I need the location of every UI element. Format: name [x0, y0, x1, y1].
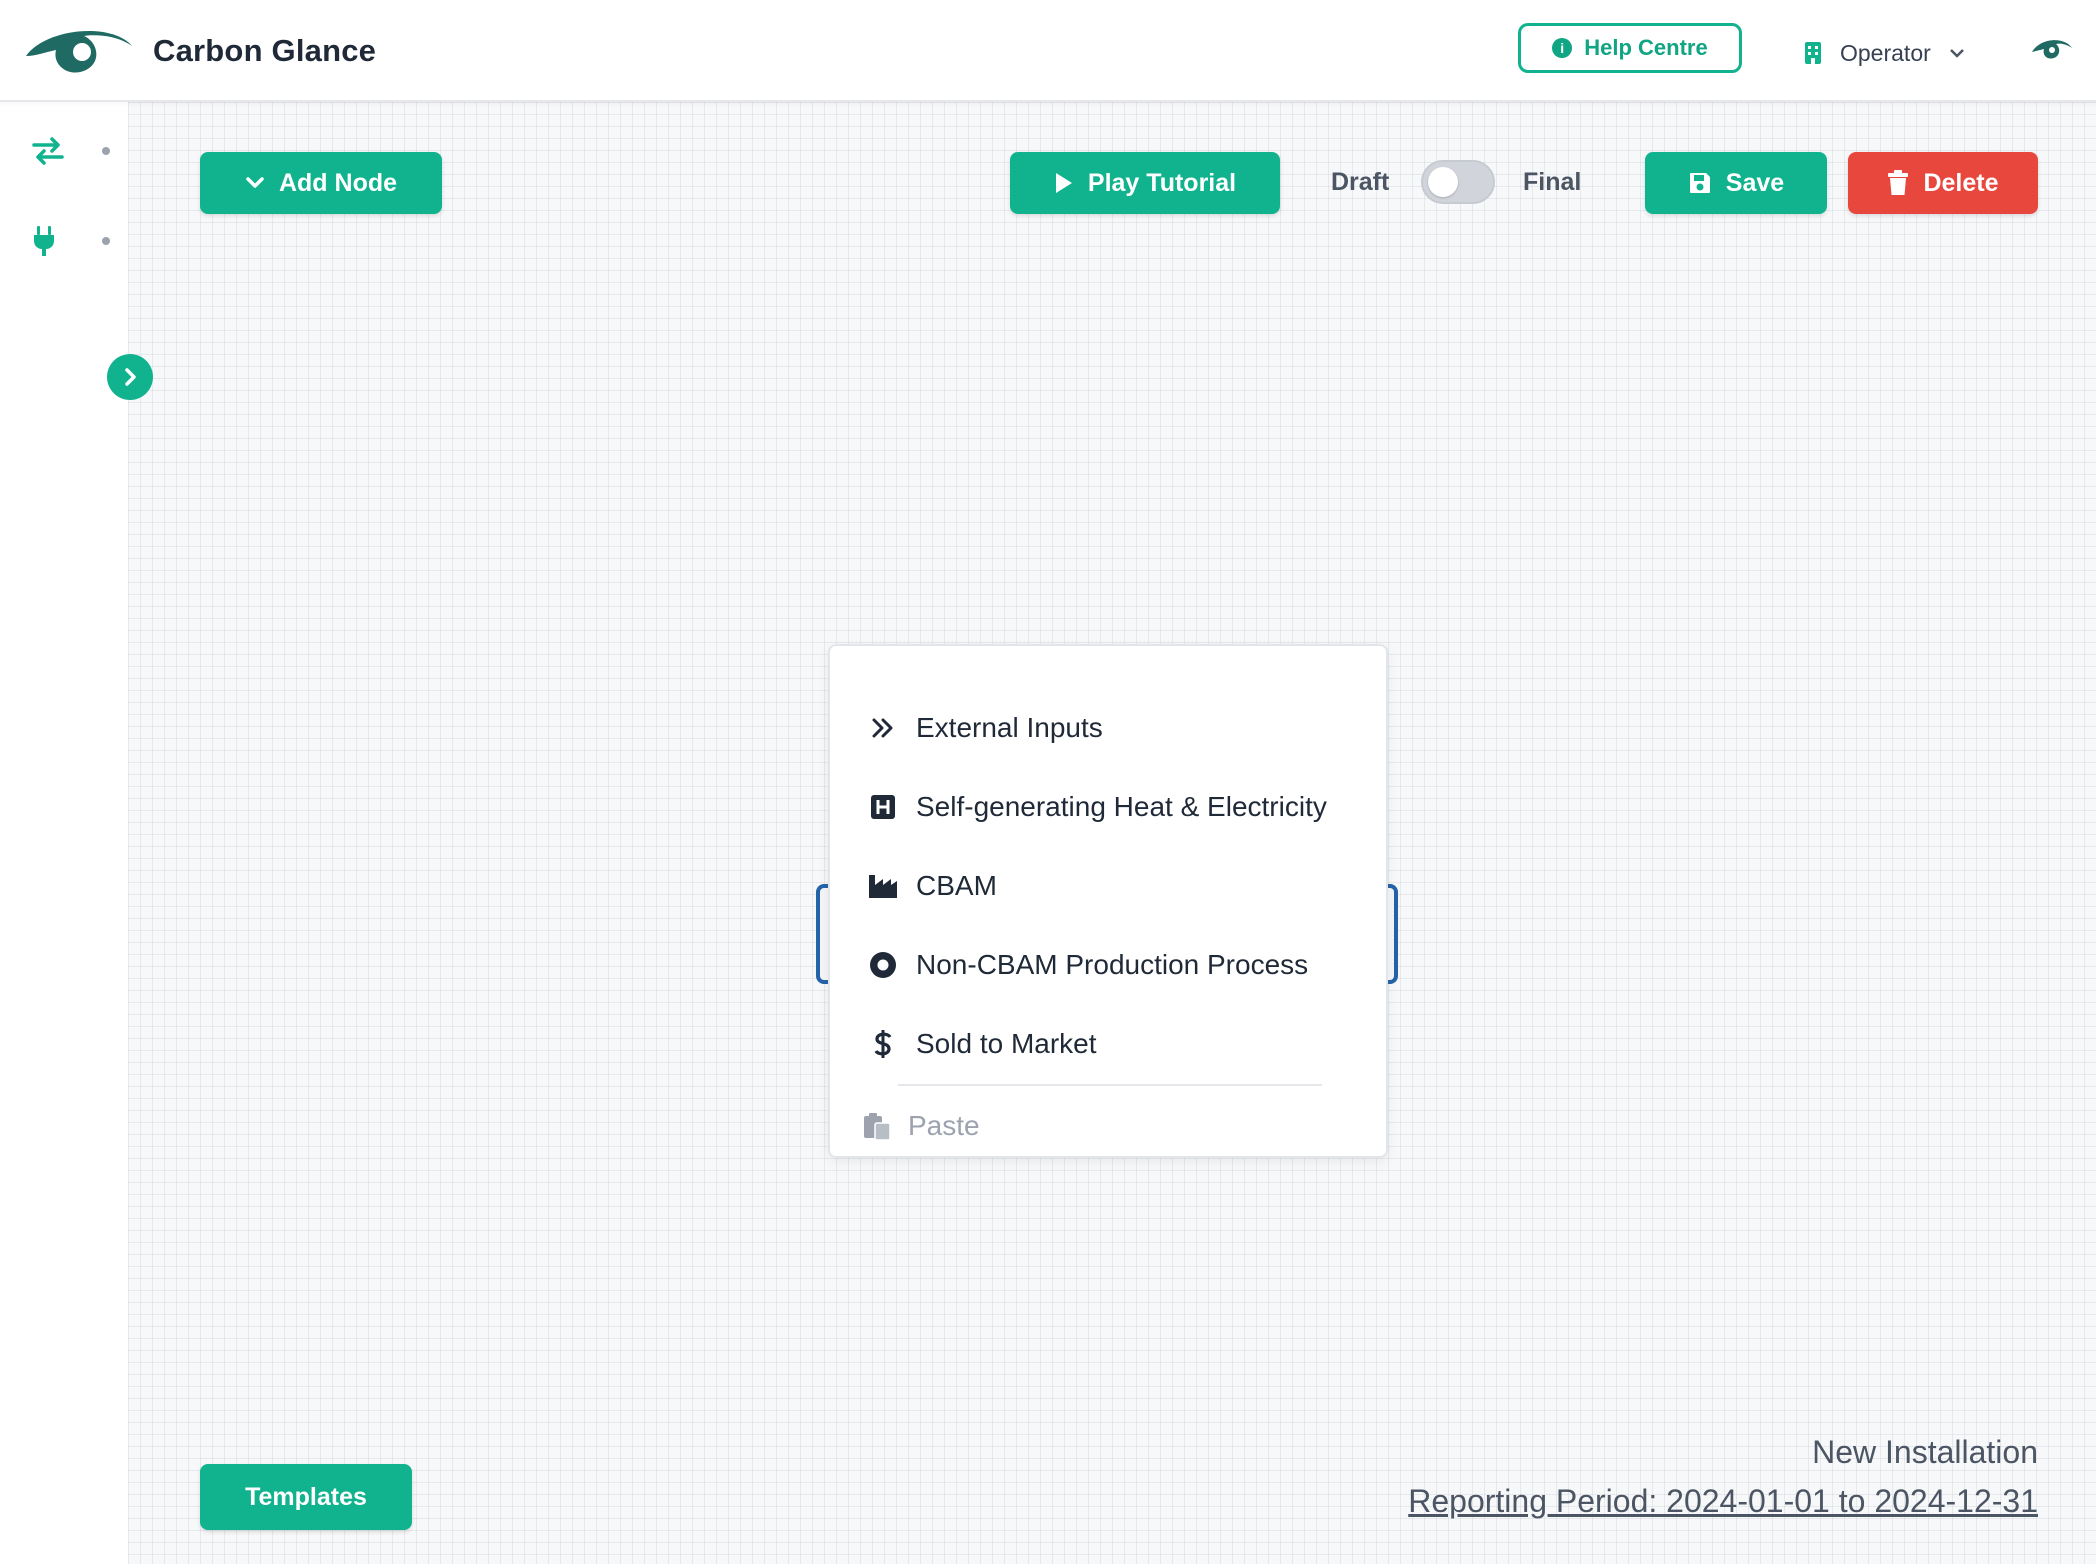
- menu-item-non-cbam-process[interactable]: Non-CBAM Production Process: [868, 935, 1348, 995]
- draft-final-toggle[interactable]: [1421, 160, 1495, 204]
- final-label: Final: [1523, 168, 1582, 196]
- menu-divider: [898, 1084, 1322, 1086]
- paste-label: Paste: [908, 1110, 980, 1141]
- role-selector[interactable]: Operator: [1804, 34, 1965, 72]
- role-label: Operator: [1840, 39, 1931, 66]
- play-tutorial-label: Play Tutorial: [1087, 168, 1237, 197]
- dot-circle-icon: [868, 950, 898, 980]
- menu-item-label: External Inputs: [916, 712, 1103, 743]
- help-centre-label: Help Centre: [1584, 35, 1708, 60]
- delete-label: Delete: [1923, 168, 1999, 197]
- chevron-down-icon: [1949, 49, 1964, 58]
- sidebar-item-flows[interactable]: [32, 126, 112, 176]
- play-tutorial-button[interactable]: Play Tutorial: [1010, 152, 1280, 214]
- delete-button[interactable]: Delete: [1848, 152, 2038, 214]
- menu-item-external-inputs[interactable]: External Inputs: [868, 698, 1348, 758]
- play-icon: [1055, 173, 1072, 193]
- menu-item-label: Non-CBAM Production Process: [916, 949, 1309, 980]
- chevron-down-icon: [246, 177, 264, 188]
- sidebar-expand-button[interactable]: [107, 354, 153, 400]
- draft-label: Draft: [1331, 168, 1390, 196]
- reporting-period-link[interactable]: Reporting Period: 2024-01-01 to 2024-12-…: [1408, 1483, 2038, 1520]
- menu-item-label: CBAM: [916, 870, 997, 901]
- chevron-right-icon: [125, 368, 136, 386]
- paste-icon: [864, 1113, 891, 1141]
- add-node-menu: External Inputs Self-generating Heat & E…: [828, 644, 1388, 1158]
- eye-logo-icon[interactable]: [24, 22, 134, 78]
- menu-item-self-generating[interactable]: Self-generating Heat & Electricity: [868, 777, 1348, 837]
- trash-icon: [1888, 170, 1909, 195]
- left-sidebar: [0, 102, 128, 1564]
- info-icon: i: [1552, 38, 1573, 58]
- templates-label: Templates: [245, 1482, 367, 1511]
- double-chevron-right-icon: [868, 713, 898, 743]
- save-button[interactable]: Save: [1645, 152, 1827, 214]
- floppy-disk-icon: [1689, 173, 1710, 193]
- add-node-button[interactable]: Add Node: [200, 152, 442, 214]
- status-dot: [102, 237, 110, 245]
- installation-name: New Installation: [1812, 1434, 2038, 1470]
- building-icon: [1805, 42, 1821, 64]
- view-eye-icon[interactable]: [2030, 34, 2074, 64]
- industry-icon: [868, 871, 898, 901]
- swap-arrows-icon: [32, 137, 64, 165]
- dollar-icon: [868, 1029, 898, 1059]
- app-title: Carbon Glance: [153, 33, 377, 68]
- help-centre-button[interactable]: i Help Centre: [1518, 23, 1742, 73]
- menu-item-label: Sold to Market: [916, 1028, 1097, 1059]
- status-dot: [102, 147, 110, 155]
- menu-item-cbam[interactable]: CBAM: [868, 856, 1348, 916]
- h-square-icon: [868, 792, 898, 822]
- templates-button[interactable]: Templates: [200, 1464, 412, 1530]
- plug-icon: [34, 226, 54, 256]
- menu-item-paste[interactable]: Paste: [862, 1098, 980, 1154]
- save-label: Save: [1725, 168, 1785, 197]
- toggle-knob: [1428, 167, 1458, 197]
- top-header: Carbon Glance i Help Centre Operator: [0, 0, 2096, 102]
- sidebar-item-connections[interactable]: [32, 216, 112, 266]
- menu-item-sold-to-market[interactable]: Sold to Market: [868, 1014, 1348, 1074]
- menu-item-label: Self-generating Heat & Electricity: [916, 791, 1327, 822]
- add-node-label: Add Node: [278, 168, 398, 197]
